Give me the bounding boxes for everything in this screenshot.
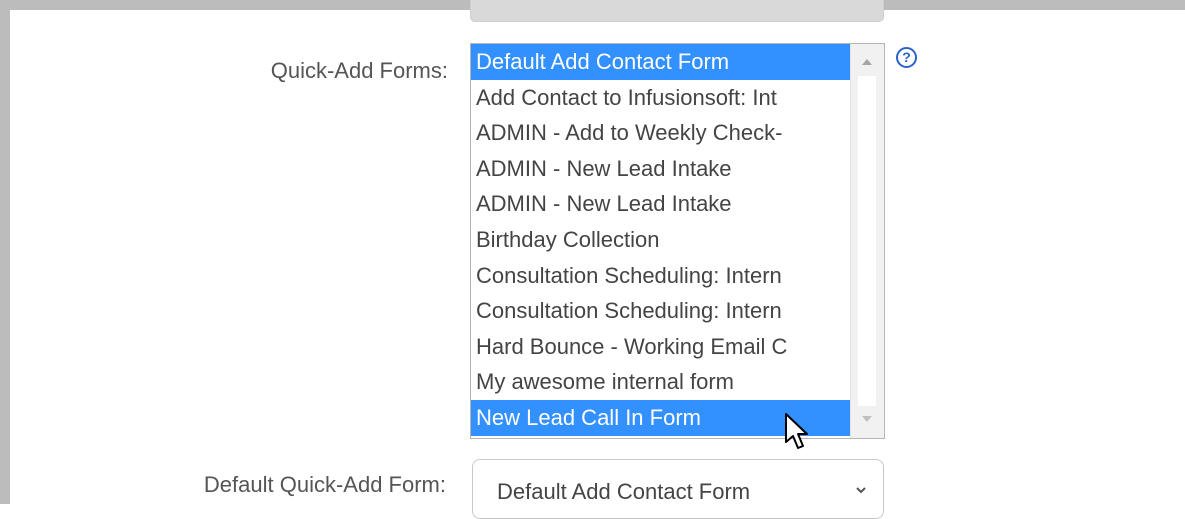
scroll-thumb[interactable] xyxy=(858,76,876,406)
listbox-option[interactable]: ADMIN - New Lead Intake xyxy=(471,186,850,222)
quick-add-options: Default Add Contact Form Add Contact to I… xyxy=(471,44,850,438)
listbox-option[interactable]: Hard Bounce - Working Email C xyxy=(471,329,850,365)
listbox-option[interactable]: ADMIN - New Lead Intake xyxy=(471,151,850,187)
listbox-option[interactable]: Birthday Collection xyxy=(471,222,850,258)
previous-select-field[interactable] xyxy=(470,0,884,22)
default-quick-add-form-value: Default Add Contact Form xyxy=(497,479,751,504)
listbox-option[interactable]: Default Add Contact Form xyxy=(471,44,850,80)
quick-add-forms-label: Quick-Add Forms: xyxy=(270,58,448,83)
default-quick-add-form-label: Default Quick-Add Form: xyxy=(203,472,446,497)
scroll-down-arrow-icon[interactable] xyxy=(862,416,872,422)
help-circle-icon[interactable]: ? xyxy=(896,47,917,68)
listbox-scrollbar[interactable] xyxy=(850,44,884,438)
quick-add-forms-listbox[interactable]: Default Add Contact Form Add Contact to I… xyxy=(470,43,885,439)
mouse-pointer-icon xyxy=(785,413,808,449)
listbox-option[interactable]: Add Contact to Infusionsoft: Int xyxy=(471,80,850,116)
listbox-option[interactable]: Consultation Scheduling: Intern xyxy=(471,293,850,329)
scroll-up-arrow-icon[interactable] xyxy=(862,59,872,65)
default-quick-add-form-select[interactable]: Default Add Contact Form xyxy=(472,459,884,519)
listbox-option[interactable]: My awesome internal form xyxy=(471,364,850,400)
listbox-option[interactable]: Consultation Scheduling: Intern xyxy=(471,258,850,294)
chevron-down-icon xyxy=(856,487,866,494)
listbox-option[interactable]: ADMIN - Add to Weekly Check- xyxy=(471,115,850,151)
